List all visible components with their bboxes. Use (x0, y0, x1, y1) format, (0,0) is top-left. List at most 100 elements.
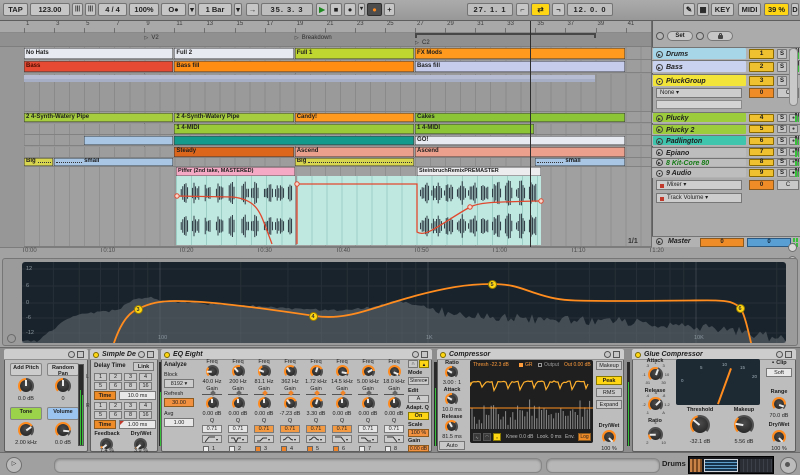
track-number-box[interactable]: 3 (749, 76, 774, 86)
audio-effect-rack-device-titlebar[interactable] (4, 349, 88, 360)
device-save-icon[interactable] (785, 351, 792, 358)
delay-beat-button[interactable]: 1 (94, 373, 107, 381)
prev-locator-button[interactable] (656, 32, 664, 40)
fold-icon[interactable]: ▶ (656, 115, 663, 122)
record-options-caret-icon[interactable]: ▾ (358, 3, 365, 16)
track-number-box[interactable]: 2 (749, 62, 774, 72)
band-gain-knob[interactable] (258, 397, 271, 410)
clip[interactable]: 1 4-MIDI (415, 124, 534, 134)
glue-threshold-knob[interactable] (690, 415, 710, 435)
fold-icon[interactable]: ▶ (656, 138, 663, 145)
band-freq-knob[interactable] (310, 365, 323, 378)
notification-icon[interactable] (780, 457, 797, 474)
band-on-checkbox[interactable] (255, 446, 261, 452)
master-volume-slider[interactable]: 0 (747, 238, 791, 247)
band-freq-knob[interactable] (336, 365, 349, 378)
loop-start-display[interactable]: 27. 1. 1 (467, 3, 513, 16)
delay-beat-button[interactable]: 3 (124, 402, 137, 410)
track-name-cell[interactable]: ▶Epiano (653, 148, 746, 157)
locator-label[interactable]: C2 (422, 40, 492, 47)
follow-button[interactable]: → (246, 3, 259, 16)
auto-release-button[interactable]: Auto (439, 441, 465, 450)
band-on-checkbox[interactable] (307, 446, 313, 452)
band-q-value[interactable]: 0.71 (280, 425, 300, 433)
punch-out-button[interactable]: ¬ (552, 3, 565, 16)
loop-brace[interactable] (415, 33, 595, 38)
arm-button[interactable]: ● (789, 125, 798, 133)
comp-gr-toggle[interactable] (519, 363, 523, 367)
device-save-icon[interactable] (147, 351, 154, 358)
set-locator-button[interactable]: Set (667, 31, 693, 41)
mixer-section-toggle[interactable] (788, 243, 797, 252)
clip[interactable]: 2 4-Synth-Watery Pipe (24, 113, 173, 123)
eq-node[interactable]: 6 (736, 304, 745, 313)
fold-icon[interactable]: ▶ (656, 64, 663, 71)
expand-button[interactable]: Expand (596, 400, 622, 409)
band-freq-knob[interactable] (388, 365, 401, 378)
track-number-box[interactable]: 8 (749, 159, 774, 166)
clip[interactable]: Ascend (415, 147, 625, 157)
band-gain-knob[interactable] (388, 397, 401, 410)
device-power-led[interactable] (93, 352, 99, 358)
loop-button[interactable]: ⇄ (531, 3, 550, 16)
solo-button[interactable]: S (777, 114, 787, 122)
master-pan-slider[interactable]: 0 (700, 238, 744, 247)
comp-knee-icon[interactable]: ⌒ (483, 433, 491, 441)
track-name-cell[interactable]: ▶Drums (653, 48, 746, 59)
delay-mode-button[interactable]: Time (94, 420, 116, 429)
solo-button[interactable]: S (777, 169, 787, 177)
track-number-box[interactable]: 4 (749, 114, 774, 122)
unfold-icon[interactable]: ▼ (656, 170, 663, 177)
band-q-value[interactable]: 0.71 (332, 425, 352, 433)
band-q-value[interactable]: 0.71 (202, 425, 222, 433)
track-name-cell[interactable]: ▶Plucky (653, 113, 746, 122)
arrangement-position[interactable]: 35. 3. 3 (261, 3, 313, 16)
metronome-button[interactable]: O● (161, 3, 186, 16)
track-name-cell[interactable]: ▼9 Audio (653, 168, 746, 177)
device-hotswap-icon[interactable] (68, 351, 75, 358)
comp-thresh-readout[interactable]: Thresh -22.3 dB (473, 362, 517, 369)
clip[interactable]: 1 4-MIDI (174, 124, 414, 134)
band-type-chooser[interactable]: ▾ (332, 435, 352, 443)
device-power-led[interactable] (164, 352, 170, 358)
band-on-checkbox[interactable] (203, 446, 209, 452)
locator-label[interactable]: V2 (151, 35, 221, 42)
track-name-cell[interactable]: ▶Bass (653, 61, 746, 72)
audio-value-slider[interactable]: 0 (749, 180, 774, 190)
delay-beat-button[interactable]: 3 (124, 373, 137, 381)
band-type-chooser[interactable]: ▾ (228, 435, 248, 443)
peak-button[interactable]: Peak (596, 376, 622, 385)
delay-mode-button[interactable]: Time (94, 391, 116, 400)
record-button[interactable]: ● (344, 3, 356, 16)
band-freq-knob[interactable] (284, 365, 297, 378)
comp-knob[interactable] (445, 393, 458, 406)
band-type-chooser[interactable]: ▾ (280, 435, 300, 443)
fold-icon[interactable]: ▶ (656, 159, 663, 166)
clip[interactable]: Bass (24, 61, 173, 73)
track-name-cell[interactable]: ▶Plucky 2 (653, 125, 746, 134)
group-input-chooser[interactable]: None ▾ (656, 88, 742, 98)
band-on-checkbox[interactable] (333, 446, 339, 452)
tempo-display[interactable]: 123.00 (30, 3, 70, 16)
band-q-value[interactable]: 0.71 (254, 425, 274, 433)
band-gain-knob[interactable] (206, 397, 219, 410)
solo-button[interactable]: S (777, 76, 787, 86)
fold-icon[interactable]: ▶ (656, 51, 663, 58)
band-type-chooser[interactable]: ▾ (358, 435, 378, 443)
avg-value[interactable]: 1.00 (164, 418, 194, 427)
track-number-box[interactable]: 1 (749, 49, 774, 59)
range-knob[interactable] (772, 397, 786, 411)
clip[interactable] (174, 136, 414, 146)
band-freq-knob[interactable] (232, 365, 245, 378)
clip[interactable] (84, 136, 173, 146)
delay-beat-button[interactable]: 2 (109, 402, 122, 410)
fold-icon[interactable]: ▶ (656, 149, 663, 156)
device-hotswap-icon[interactable] (138, 351, 145, 358)
clip[interactable]: Steady (174, 147, 293, 157)
band-gain-knob[interactable] (284, 397, 297, 410)
makeup-button[interactable]: Makeup (596, 361, 622, 370)
capture-button[interactable]: + (384, 3, 395, 16)
clip[interactable]: Big (295, 158, 414, 166)
device-save-icon[interactable] (421, 351, 428, 358)
clip[interactable]: Ascend (295, 147, 414, 157)
